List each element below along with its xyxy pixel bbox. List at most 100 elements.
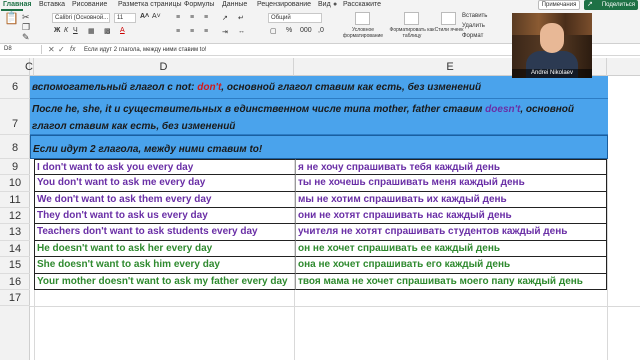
- cell-russian-translation[interactable]: ты не хочешь спрашивать меня каждый день: [295, 175, 607, 192]
- conditional-format-icon[interactable]: [355, 12, 370, 25]
- indent-icon[interactable]: ⇥: [222, 28, 228, 36]
- cell-russian-translation[interactable]: он не хочет спрашивать ее каждый день: [295, 241, 607, 257]
- cell-styles-icon[interactable]: [441, 12, 456, 25]
- format-painter-icon[interactable]: ✎: [22, 32, 30, 42]
- cell-english-sentence[interactable]: Teachers don't want to ask students ever…: [34, 224, 295, 241]
- font-color-icon[interactable]: A: [120, 27, 125, 34]
- align-bottom-icon[interactable]: ≡: [204, 14, 208, 21]
- share-button-label: Поделиться: [601, 2, 635, 8]
- insert-button[interactable]: Вставить: [462, 13, 487, 19]
- merge-cells-icon[interactable]: ↔: [238, 28, 245, 35]
- column-header-c-label: C: [25, 61, 33, 73]
- fx-label[interactable]: fx: [70, 44, 75, 55]
- row-header-8[interactable]: 8: [0, 135, 30, 159]
- cell-english-sentence[interactable]: She doesn't want to ask him every day: [34, 257, 295, 274]
- cell-english-sentence[interactable]: I don't want to ask you every day: [34, 159, 295, 175]
- currency-icon[interactable]: ▢: [270, 27, 277, 35]
- row-header-11[interactable]: 11: [0, 192, 30, 208]
- borders-icon[interactable]: ▦: [88, 27, 95, 35]
- row-header-13[interactable]: 13: [0, 224, 30, 241]
- copy-icon[interactable]: ❐: [22, 22, 30, 32]
- row-header-15[interactable]: 15: [0, 257, 30, 274]
- cell-russian-translation[interactable]: твоя мама не хочет спрашивать моего папу…: [295, 274, 607, 290]
- align-right-icon[interactable]: ≡: [204, 28, 208, 35]
- italic-icon[interactable]: К: [64, 27, 68, 34]
- ribbon-tab-bar: Главная Вставка Рисование Разметка стран…: [0, 0, 640, 11]
- tab-page-layout[interactable]: Разметка страницы: [118, 1, 182, 8]
- format-table-button[interactable]: Форматировать как таблицу: [388, 27, 436, 39]
- format-table-icon[interactable]: [404, 12, 419, 25]
- row-header-17[interactable]: 17: [0, 290, 30, 306]
- format-button[interactable]: Формат: [462, 33, 483, 39]
- share-icon: ↗: [587, 1, 593, 8]
- webcam-overlay: Andrei Nikolaev: [512, 13, 592, 78]
- number-format-select[interactable]: Общий: [268, 13, 322, 23]
- cell-styles-button[interactable]: Стили ячеек: [433, 27, 465, 33]
- name-box[interactable]: D8: [2, 45, 42, 54]
- tab-home[interactable]: Главная: [3, 1, 31, 8]
- tab-review[interactable]: Рецензирование: [257, 1, 311, 8]
- row6-highlight: don't: [197, 82, 222, 93]
- cell-d7[interactable]: После he, she, it и существительных в ед…: [30, 99, 608, 135]
- cell-russian-translation[interactable]: я не хочу спрашивать тебя каждый день: [295, 159, 607, 175]
- row6-text-b: , основной глагол ставим как есть, без и…: [221, 82, 482, 93]
- tab-tell-me[interactable]: Расскажите: [343, 1, 381, 8]
- conditional-format-button[interactable]: Условное форматирование: [340, 27, 386, 39]
- cell-russian-translation[interactable]: учителя не хотят спрашивать студентов ка…: [295, 224, 607, 241]
- delete-button[interactable]: Удалить: [462, 23, 485, 29]
- row-header-16[interactable]: 16: [0, 274, 30, 290]
- tab-view[interactable]: Вид: [318, 1, 331, 8]
- gridline-row-17: [30, 306, 640, 307]
- cancel-icon[interactable]: ✕: [48, 44, 55, 55]
- confirm-icon[interactable]: ✓: [58, 44, 65, 55]
- percent-icon[interactable]: %: [286, 27, 292, 34]
- tab-insert[interactable]: Вставка: [39, 1, 65, 8]
- row-header-column: 6 7 8 9 10 11 12 13 14 15 16 17: [0, 76, 30, 360]
- cell-english-sentence[interactable]: They don't want to ask us every day: [34, 208, 295, 224]
- notes-button[interactable]: Примечания: [538, 0, 580, 10]
- row7-highlight: doesn't: [485, 104, 521, 115]
- cell-english-sentence[interactable]: You don't want to ask me every day: [34, 175, 295, 192]
- row-header-9[interactable]: 9: [0, 159, 30, 175]
- tab-data[interactable]: Данные: [222, 1, 247, 8]
- row-header-14[interactable]: 14: [0, 241, 30, 257]
- presenter-face: [540, 23, 564, 53]
- wrap-text-icon[interactable]: ↵: [238, 14, 244, 22]
- tab-formulas[interactable]: Формулы: [184, 1, 214, 8]
- share-button[interactable]: ↗ Поделиться: [584, 0, 638, 10]
- align-center-icon[interactable]: ≡: [190, 28, 194, 35]
- row7-line1-a: После he, she, it и существительных в ед…: [32, 104, 483, 115]
- cut-icon[interactable]: ✂: [22, 12, 30, 22]
- font-size-select[interactable]: 11: [114, 13, 136, 23]
- fill-color-icon[interactable]: ▩: [104, 27, 111, 35]
- row-header-6[interactable]: 6: [0, 76, 30, 99]
- bold-icon[interactable]: Ж: [54, 27, 60, 34]
- cell-d6[interactable]: вспомогательный глагол с not: don't, осн…: [30, 76, 608, 99]
- row-header-7[interactable]: 7: [0, 99, 30, 135]
- grow-font-icon[interactable]: A˄: [140, 13, 149, 20]
- row-header-10[interactable]: 10: [0, 175, 30, 192]
- align-middle-icon[interactable]: ≡: [190, 14, 194, 21]
- cell-russian-translation[interactable]: она не хочет спрашивать его каждый день: [295, 257, 607, 274]
- cell-english-sentence[interactable]: He doesn't want to ask her every day: [34, 241, 295, 257]
- cell-english-sentence[interactable]: Your mother doesn't want to ask my fathe…: [34, 274, 295, 290]
- row-header-12[interactable]: 12: [0, 208, 30, 224]
- cell-english-sentence[interactable]: We don't want to ask them every day: [34, 192, 295, 208]
- row6-text-a: вспомогательный глагол с not:: [32, 82, 195, 93]
- column-header-d[interactable]: D: [34, 58, 294, 76]
- formula-input[interactable]: Если идут 2 глагола, между ними ставим t…: [84, 44, 206, 56]
- row7-line1-b: , основной: [520, 104, 574, 115]
- shrink-font-icon[interactable]: A˅: [152, 13, 161, 20]
- decimal-icon[interactable]: ,0: [318, 27, 324, 34]
- orientation-icon[interactable]: ↗: [222, 14, 228, 22]
- align-top-icon[interactable]: ≡: [176, 14, 180, 21]
- font-name-select[interactable]: Calibri (Основной...: [52, 13, 110, 23]
- align-left-icon[interactable]: ≡: [176, 28, 180, 35]
- comma-style-icon[interactable]: 000: [300, 27, 312, 34]
- underline-icon[interactable]: Ч: [73, 27, 78, 34]
- paste-icon[interactable]: 📋: [4, 12, 19, 24]
- cell-russian-translation[interactable]: они не хотят спрашивать нас каждый день: [295, 208, 607, 224]
- cell-russian-translation[interactable]: мы не хотим спрашивать их каждый день: [295, 192, 607, 208]
- cell-d8-selected[interactable]: Если идут 2 глагола, между ними ставим t…: [30, 135, 608, 159]
- tab-draw[interactable]: Рисование: [72, 1, 107, 8]
